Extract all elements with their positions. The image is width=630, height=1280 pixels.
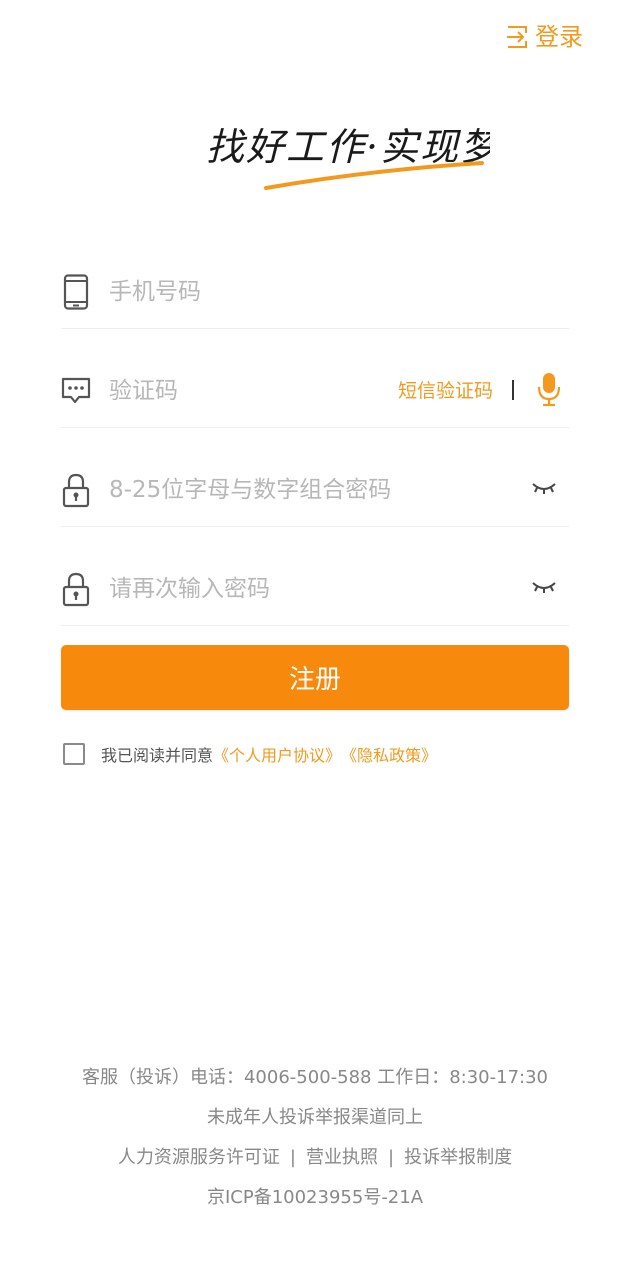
footer-hotline: 客服（投诉）电话：4006-500-588 工作日：8:30-17:30 <box>81 1067 549 1088</box>
business-license-link[interactable]: 营业执照 <box>306 1147 378 1168</box>
footer-minor-report: 未成年人投诉举报渠道同上 <box>207 1107 423 1128</box>
phone-field <box>61 272 569 329</box>
agreement-text: 我已阅读并同意 <box>101 746 214 765</box>
mic-icon <box>537 373 561 407</box>
footer: 客服（投诉）电话：4006-500-588 工作日：8:30-17:30 未成年… <box>0 1060 630 1220</box>
hr-license-link[interactable]: 人力资源服务许可证 <box>118 1147 280 1168</box>
agreement-checkbox[interactable] <box>63 743 85 765</box>
password-visibility-toggle[interactable] <box>531 476 557 498</box>
eye-closed-icon <box>532 582 556 593</box>
password-field <box>61 470 569 527</box>
confirm-password-input[interactable] <box>109 569 499 609</box>
login-label: 登录 <box>535 23 583 51</box>
logo-slogan: 找好工作·实现梦 <box>206 125 490 169</box>
phone-input[interactable] <box>109 272 409 312</box>
sms-code-button[interactable]: 短信验证码 <box>398 376 493 406</box>
footer-links: 人力资源服务许可证 | 营业执照 | 投诉举报制度 <box>0 1140 630 1180</box>
phone-icon <box>61 272 91 312</box>
password-input[interactable] <box>109 470 499 510</box>
eye-closed-icon <box>532 483 556 494</box>
user-agreement-link[interactable]: 《个人用户协议》 <box>213 742 341 766</box>
login-icon <box>507 26 527 48</box>
footer-separator: | <box>388 1147 395 1168</box>
sms-divider <box>512 380 514 400</box>
app-logo: 找好工作·实现梦 <box>200 108 502 192</box>
complaint-policy-link[interactable]: 投诉举报制度 <box>404 1147 512 1168</box>
lock-icon <box>61 470 91 510</box>
register-button[interactable]: 注册 <box>61 645 569 710</box>
lock-icon <box>61 569 91 609</box>
login-link[interactable]: 登录 <box>505 20 583 54</box>
footer-separator: | <box>289 1147 296 1168</box>
confirm-password-field <box>61 569 569 626</box>
privacy-policy-link[interactable]: 《隐私政策》 <box>341 742 437 766</box>
message-icon <box>61 371 91 411</box>
voice-code-button[interactable] <box>537 371 561 409</box>
confirm-visibility-toggle[interactable] <box>531 575 557 597</box>
code-field: 短信验证码 <box>61 371 569 428</box>
code-input[interactable] <box>109 371 369 411</box>
agreement-row: 我已阅读并同意 《个人用户协议》 《隐私政策》 <box>63 742 437 766</box>
register-screen: 登录 找好工作·实现梦 短 <box>0 0 630 1280</box>
footer-icp: 京ICP备10023955号-21A <box>206 1187 424 1208</box>
